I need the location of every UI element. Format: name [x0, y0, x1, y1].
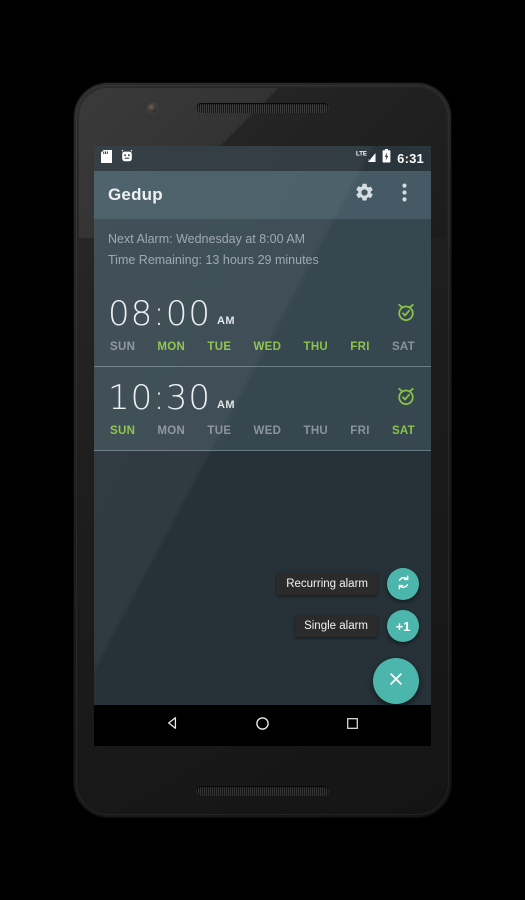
overflow-menu-icon — [401, 183, 407, 207]
recurring-alarm-button[interactable] — [387, 568, 419, 600]
alarm-time: 08:00 — [108, 294, 211, 334]
plus-one-icon: +1 — [395, 618, 411, 634]
alarm-time-row: 10:30 AM — [108, 375, 417, 417]
alarm-meridiem: AM — [216, 315, 235, 327]
repeat-icon — [395, 574, 412, 594]
status-bar-right-icons: LTE 6:31 — [356, 149, 424, 168]
alarm-check-icon — [395, 301, 417, 328]
alarm-day-sun[interactable]: SUN — [110, 425, 135, 437]
alarm-list: 08:00 AM SUN MON TUE WED THU FRI SAT 10:… — [94, 283, 431, 451]
alarm-day-fri[interactable]: FRI — [350, 425, 369, 437]
app-bar-actions — [345, 175, 423, 215]
next-alarm-text: Next Alarm: Wednesday at 8:00 AM — [108, 232, 306, 246]
settings-gear-icon — [354, 182, 375, 208]
alarm-day-wed[interactable]: WED — [254, 341, 282, 353]
alarm-meridiem: AM — [216, 399, 235, 411]
close-icon — [387, 670, 405, 693]
alarm-enabled-toggle[interactable] — [395, 385, 417, 412]
alarm-day-tue[interactable]: TUE — [207, 425, 231, 437]
home-circle-icon — [254, 715, 271, 737]
nav-recents-button[interactable] — [329, 705, 375, 746]
status-bar: LTE 6:31 — [94, 146, 431, 171]
settings-button[interactable] — [345, 175, 383, 215]
alarm-enabled-toggle[interactable] — [395, 301, 417, 328]
android-app-icon — [121, 149, 133, 168]
battery-charging-icon — [382, 149, 391, 168]
front-camera — [148, 104, 157, 113]
alarm-time-row: 08:00 AM — [108, 291, 417, 333]
alarm-check-icon — [395, 385, 417, 412]
status-bar-clock: 6:31 — [397, 151, 424, 166]
overflow-menu-button[interactable] — [385, 175, 423, 215]
single-alarm-label[interactable]: Single alarm — [295, 615, 377, 637]
phone-screen: LTE 6:31 Gedup Next Alarm: Wednesday at … — [94, 146, 431, 746]
app-title: Gedup — [108, 185, 163, 204]
alarm-item[interactable]: 10:30 AM SUN MON TUE WED THU FRI SAT — [94, 367, 431, 451]
alarm-day-sat[interactable]: SAT — [392, 341, 415, 353]
fab-row-single: Single alarm +1 — [295, 610, 419, 642]
alarm-day-selector: SUN MON TUE WED THU FRI SAT — [108, 333, 417, 357]
recents-square-icon — [345, 716, 360, 736]
fab-speed-dial: Recurring alarm Single alarm +1 — [277, 568, 419, 704]
alarm-day-tue[interactable]: TUE — [207, 341, 231, 353]
alarm-day-thu[interactable]: THU — [304, 425, 329, 437]
time-remaining-text: Time Remaining: 13 hours 29 minutes — [108, 253, 319, 267]
alarm-day-selector: SUN MON TUE WED THU FRI SAT — [108, 417, 417, 441]
sd-card-icon — [101, 149, 112, 168]
alarm-day-mon[interactable]: MON — [157, 341, 185, 353]
earpiece-speaker — [196, 103, 329, 113]
alarm-day-sun[interactable]: SUN — [110, 341, 135, 353]
alarm-time: 10:30 — [108, 378, 211, 418]
lte-signal-icon: LTE — [356, 149, 376, 168]
back-triangle-icon — [165, 715, 181, 736]
alarm-day-fri[interactable]: FRI — [350, 341, 369, 353]
alarm-day-mon[interactable]: MON — [157, 425, 185, 437]
alarm-item[interactable]: 08:00 AM SUN MON TUE WED THU FRI SAT — [94, 283, 431, 367]
bottom-speaker — [196, 786, 329, 796]
status-bar-left-icons — [101, 149, 133, 168]
recurring-alarm-label[interactable]: Recurring alarm — [277, 573, 377, 595]
app-bar: Gedup — [94, 171, 431, 219]
fab-close-button[interactable] — [373, 658, 419, 704]
android-navigation-bar — [94, 705, 431, 746]
alarm-day-thu[interactable]: THU — [304, 341, 329, 353]
svg-text:LTE: LTE — [356, 151, 367, 157]
nav-back-button[interactable] — [150, 705, 196, 746]
single-alarm-button[interactable]: +1 — [387, 610, 419, 642]
alarm-day-sat[interactable]: SAT — [392, 425, 415, 437]
next-alarm-banner: Next Alarm: Wednesday at 8:00 AM Time Re… — [94, 219, 431, 283]
nav-home-button[interactable] — [239, 705, 285, 746]
fab-row-recurring: Recurring alarm — [277, 568, 419, 600]
alarm-day-wed[interactable]: WED — [254, 425, 282, 437]
